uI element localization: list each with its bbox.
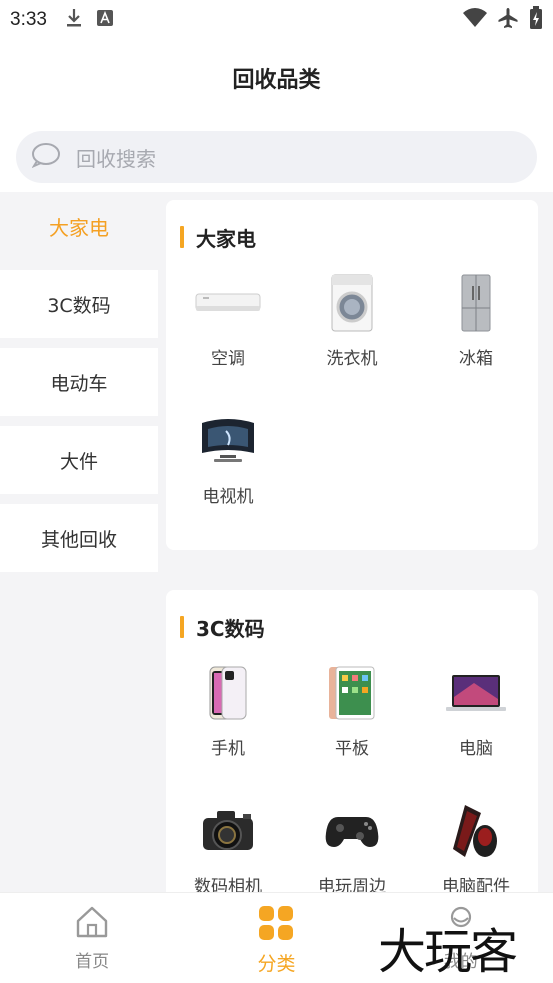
category-item-laptop[interactable]: 电脑	[414, 656, 538, 794]
sidebar-item-label: 大件	[59, 450, 98, 473]
search-placeholder: 回收搜索	[76, 146, 156, 171]
category-item-label: 冰箱	[459, 349, 493, 369]
search-icon	[31, 142, 62, 172]
category-icon	[258, 905, 294, 945]
content-area: 大家电 3C数码 电动车 大件 其他回收 大家电 空调 洗衣机 冰箱 电视机 3…	[0, 192, 553, 892]
sidebar-item-label: 其他回收	[40, 528, 117, 551]
gamepad-icon	[312, 798, 392, 864]
camera-icon	[188, 798, 268, 864]
sidebar-item-label: 3C数码	[47, 294, 111, 317]
category-item-air-conditioner[interactable]: 空调	[166, 266, 290, 404]
category-item-label: 电玩周边	[318, 877, 386, 892]
airplane-icon	[497, 7, 519, 33]
category-item-label: 平板	[335, 739, 369, 759]
tab-category[interactable]: 分类	[184, 893, 368, 983]
category-item-tablet[interactable]: 平板	[290, 656, 414, 794]
category-item-label: 电脑配件	[442, 877, 510, 892]
category-item-phone[interactable]: 手机	[166, 656, 290, 794]
tab-home[interactable]: 首页	[0, 893, 184, 983]
sidebar-item-appliances[interactable]: 大家电	[0, 192, 158, 260]
section-accent-bar	[180, 616, 184, 638]
category-item-label: 电视机	[202, 487, 254, 507]
air-conditioner-icon	[188, 270, 268, 336]
category-item-label: 电脑	[459, 739, 493, 759]
download-icon	[65, 8, 83, 32]
laptop-icon	[436, 660, 516, 726]
category-item-washing-machine[interactable]: 洗衣机	[290, 266, 414, 404]
category-main: 大家电 空调 洗衣机 冰箱 电视机 3C数码 手机 平板 电脑 数码相机 电玩周…	[166, 200, 538, 892]
category-item-label: 洗衣机	[326, 349, 378, 369]
wifi-icon	[463, 8, 487, 32]
category-item-television[interactable]: 电视机	[166, 404, 290, 542]
section-appliances: 大家电 空调 洗衣机 冰箱 电视机	[166, 200, 538, 550]
page-title: 回收品类	[232, 68, 321, 93]
font-app-icon	[96, 10, 113, 30]
category-item-pc-accessories[interactable]: 电脑配件	[414, 794, 538, 892]
keyboard-mouse-icon	[436, 798, 516, 864]
category-item-label: 空调	[211, 349, 245, 369]
sidebar-item-e-bike[interactable]: 电动车	[0, 348, 158, 416]
category-item-label: 手机	[211, 739, 245, 759]
category-item-camera[interactable]: 数码相机	[166, 794, 290, 892]
battery-icon	[529, 6, 543, 34]
section-title: 大家电	[166, 224, 538, 251]
status-time: 3:33	[10, 9, 47, 30]
sidebar-item-3c-digital[interactable]: 3C数码	[0, 270, 158, 338]
section-title: 3C数码	[166, 614, 538, 641]
search-bar[interactable]: 回收搜索	[16, 131, 537, 183]
category-item-refrigerator[interactable]: 冰箱	[414, 266, 538, 404]
tablet-icon	[312, 660, 392, 726]
sidebar-item-other[interactable]: 其他回收	[0, 504, 158, 572]
television-icon	[188, 408, 268, 474]
tab-label: 首页	[75, 952, 110, 972]
category-item-label: 数码相机	[194, 877, 262, 892]
status-bar: 3:33	[0, 0, 553, 40]
section-3c-digital: 3C数码 手机 平板 电脑 数码相机 电玩周边 电脑配件	[166, 590, 538, 892]
sidebar-item-label: 大家电	[49, 215, 109, 240]
watermark-logo: 大玩客	[378, 924, 518, 980]
section-accent-bar	[180, 226, 184, 248]
section-title-text: 3C数码	[196, 616, 265, 641]
sidebar-item-label: 电动车	[50, 372, 108, 395]
tab-label: 分类	[257, 953, 296, 975]
home-icon	[75, 905, 109, 943]
section-title-text: 大家电	[196, 226, 256, 251]
washing-machine-icon	[312, 270, 392, 336]
category-sidebar: 大家电 3C数码 电动车 大件 其他回收	[0, 192, 158, 582]
phone-icon	[188, 660, 268, 726]
refrigerator-icon	[436, 270, 516, 336]
category-item-gaming[interactable]: 电玩周边	[290, 794, 414, 892]
sidebar-item-large-items[interactable]: 大件	[0, 426, 158, 494]
